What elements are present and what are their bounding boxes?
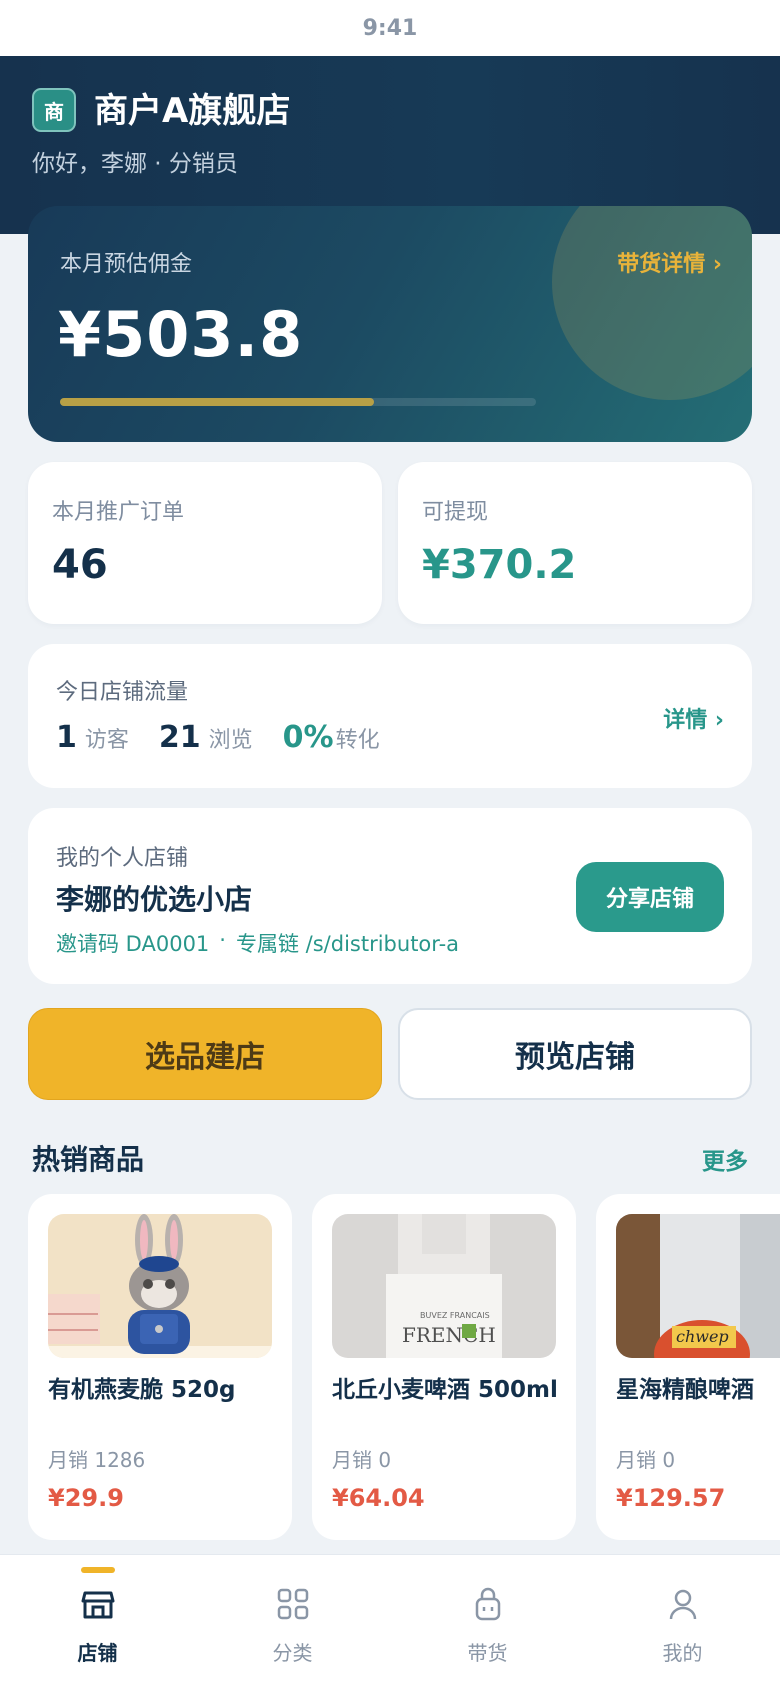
product-name: 有机燕麦脆 520g: [48, 1377, 236, 1403]
product-card[interactable]: 有机燕麦脆 520g 月销 1286 ¥29.9: [28, 1194, 292, 1540]
personal-store-label: 我的个人店铺: [56, 846, 189, 871]
stat-label: 可提现: [422, 500, 489, 525]
hot-products-title: 热销商品: [32, 1143, 145, 1176]
active-tab-indicator: [81, 1567, 115, 1573]
invite-code: 邀请码 DA0001: [56, 932, 210, 956]
select-build-store-button[interactable]: 选品建店: [28, 1008, 382, 1100]
visitors-count: 1: [56, 720, 77, 755]
personal-store-card: 我的个人店铺 李娜的优选小店 邀请码 DA0001 · 专属链 /s/distr…: [28, 808, 752, 984]
commission-details-link[interactable]: 带货详情 ›: [617, 246, 722, 278]
product-image: [48, 1214, 272, 1358]
product-card[interactable]: chwep 星海精酿啤酒 月销 0 ¥129.57: [596, 1194, 780, 1540]
svg-text:FRENCH: FRENCH: [402, 1323, 496, 1347]
product-price: ¥129.57: [616, 1484, 726, 1512]
craft-beer-image: chwep: [616, 1214, 780, 1358]
svg-text:BUVEZ FRANCAIS: BUVEZ FRANCAIS: [420, 1311, 490, 1320]
bunny-plush-image: [48, 1214, 272, 1358]
tab-label: 店铺: [77, 1641, 118, 1665]
traffic-title: 今日店铺流量: [56, 680, 189, 705]
status-bar: 9:41: [0, 0, 780, 56]
tab-label: 带货: [467, 1641, 508, 1665]
views-count: 21: [158, 720, 201, 755]
commission-label: 本月预估佣金: [60, 252, 193, 277]
stat-label: 本月推广订单: [52, 500, 185, 525]
commission-card: 本月预估佣金 带货详情 › ¥503.8: [28, 206, 752, 442]
bag-icon: [475, 1587, 501, 1621]
conversion-unit: 转化: [335, 728, 380, 753]
tab-label: 分类: [272, 1641, 313, 1665]
traffic-details-link[interactable]: 详情 ›: [663, 702, 724, 734]
user-icon: [669, 1589, 697, 1620]
store-logo-icon: 商: [32, 88, 76, 132]
product-sales: 月销 0: [332, 1448, 392, 1472]
visitors-unit: 访客: [84, 728, 129, 753]
meta-separator: ·: [219, 928, 226, 952]
stat-card-withdrawable[interactable]: 可提现 ¥370.2: [398, 462, 752, 624]
greeting-text: 你好，李娜 · 分销员: [32, 151, 238, 177]
exclusive-link[interactable]: 专属链 /s/distributor-a: [236, 928, 459, 958]
product-sales: 月销 1286: [48, 1448, 146, 1472]
app-screen: 9:41 商 商户A旗舰店 你好，李娜 · 分销员 本月预估佣金 带货详情 › …: [0, 0, 780, 1688]
share-store-button[interactable]: 分享店铺: [576, 862, 724, 932]
commission-amount: ¥503.8: [58, 298, 304, 371]
product-card[interactable]: BUVEZ FRANCAIS FRENCH 北丘小麦啤酒 500ml 月销 0 …: [312, 1194, 576, 1540]
product-price: ¥64.04: [332, 1484, 425, 1512]
personal-store-name: 李娜的优选小店: [56, 883, 253, 916]
tab-store[interactable]: 店铺: [0, 1555, 195, 1688]
tab-sell[interactable]: 带货: [390, 1555, 585, 1688]
beer-bottle-image: BUVEZ FRANCAIS FRENCH: [332, 1214, 556, 1358]
traffic-card: 今日店铺流量 1 访客 21 浏览 0% 转化 详情 ›: [28, 644, 752, 788]
commission-progress-fill: [60, 398, 375, 406]
stat-value: ¥370.2: [422, 542, 577, 588]
product-image: chwep: [616, 1214, 780, 1358]
store-name: 商户A旗舰店: [94, 91, 291, 131]
stat-value: 46: [52, 542, 108, 588]
product-price: ¥29.9: [48, 1484, 124, 1512]
conversion-rate: 0%: [282, 720, 334, 755]
store-icon: [81, 1591, 115, 1619]
product-name: 北丘小麦啤酒 500ml: [332, 1377, 558, 1403]
tab-category[interactable]: 分类: [195, 1555, 390, 1688]
decorative-circle: [552, 206, 752, 400]
personal-store-meta: 邀请码 DA0001 · 专属链 /s/distributor-a: [56, 928, 459, 958]
grid-icon: [277, 1588, 309, 1620]
product-sales: 月销 0: [616, 1448, 676, 1472]
product-name: 星海精酿啤酒: [616, 1377, 754, 1403]
views-unit: 浏览: [208, 728, 253, 753]
tab-label: 我的: [662, 1641, 703, 1665]
commission-progress-bar: [60, 398, 536, 406]
bottom-tab-bar: 店铺 分类 带货 我的: [0, 1554, 780, 1688]
tab-mine[interactable]: 我的: [585, 1555, 780, 1688]
preview-store-button[interactable]: 预览店铺: [398, 1008, 752, 1100]
hot-products-list: 有机燕麦脆 520g 月销 1286 ¥29.9 BUVEZ FRANCAIS …: [0, 1194, 780, 1540]
status-time: 9:41: [362, 15, 418, 41]
hot-products-more-link[interactable]: 更多: [702, 1142, 748, 1176]
svg-text:chwep: chwep: [676, 1327, 729, 1346]
product-image: BUVEZ FRANCAIS FRENCH: [332, 1214, 556, 1358]
traffic-metrics: 1 访客 21 浏览 0% 转化: [56, 720, 410, 755]
stat-card-orders[interactable]: 本月推广订单 46: [28, 462, 382, 624]
